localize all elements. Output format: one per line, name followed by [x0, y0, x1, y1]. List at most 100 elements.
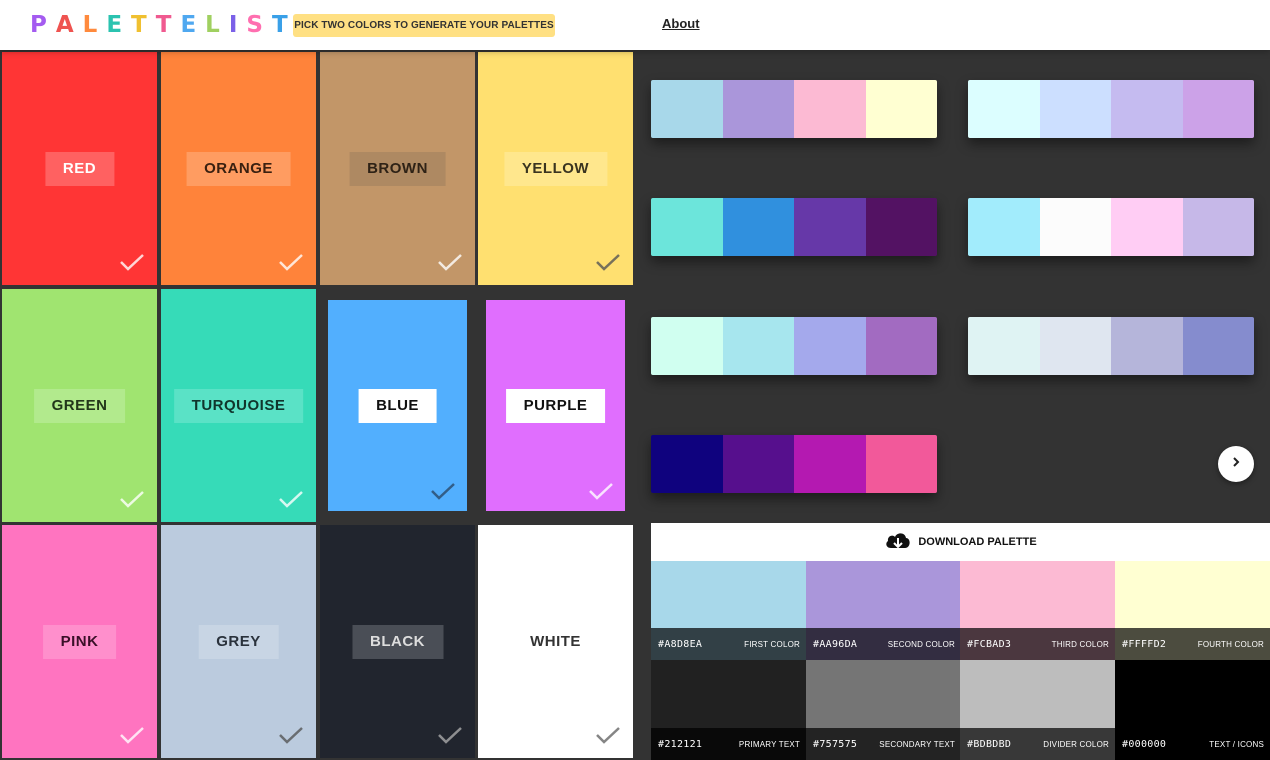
palette-swatch [865, 435, 937, 493]
cloud-download-icon [884, 530, 912, 555]
color-tile-label: TURQUOISE [173, 388, 304, 423]
palette-color-cell[interactable]: #FCBAD3 THIRD COLOR [960, 561, 1115, 660]
palettelist-logo[interactable]: PALETTELIST [30, 11, 297, 39]
palette-option[interactable] [651, 80, 937, 138]
download-palette-button[interactable]: DOWNLOAD PALETTE [651, 523, 1270, 561]
color-tile-green[interactable]: GREEN [2, 289, 157, 522]
palette-swatch [865, 198, 937, 256]
logo-letter: T [155, 12, 181, 38]
color-tile-label: PINK [42, 624, 117, 659]
palette-option[interactable] [651, 317, 937, 375]
next-page-button[interactable] [1218, 446, 1254, 482]
color-role-label: TEXT / ICONS [1209, 739, 1264, 749]
palette-option[interactable] [968, 80, 1254, 138]
palette-swatch [1039, 80, 1111, 138]
palette-swatch [794, 80, 866, 138]
palette-swatch-grid: #A8D8EA FIRST COLOR #AA96DA SECOND COLOR #FC… [651, 561, 1270, 760]
checkmark-icon [595, 253, 621, 271]
palette-option[interactable] [968, 198, 1254, 256]
color-tile-brown[interactable]: BROWN [320, 52, 475, 285]
color-tile-white[interactable]: WHITE [478, 525, 633, 758]
checkmark-icon [119, 253, 145, 271]
checkmark-icon [430, 482, 456, 500]
color-info-bar: #212121 PRIMARY TEXT [651, 728, 806, 760]
color-role-label: FOURTH COLOR [1197, 639, 1264, 649]
color-info-bar: #000000 TEXT / ICONS [1115, 728, 1270, 760]
palette-swatch [794, 435, 866, 493]
palette-swatch [794, 198, 866, 256]
color-tile-grey[interactable]: GREY [161, 525, 316, 758]
color-role-label: SECONDARY TEXT [879, 739, 955, 749]
color-tile-blue[interactable]: BLUE [328, 300, 467, 511]
palette-swatch [651, 435, 723, 493]
logo-letter: E [180, 12, 206, 38]
palette-swatch [651, 317, 723, 375]
palette-swatch [968, 317, 1040, 375]
checkmark-icon [278, 253, 304, 271]
color-tile-turquoise[interactable]: TURQUOISE [161, 289, 316, 522]
color-tile-label: BLACK [352, 624, 443, 659]
color-tile-label: ORANGE [186, 151, 291, 186]
palette-color-cell[interactable]: #FFFFD2 FOURTH COLOR [1115, 561, 1270, 660]
color-tile-purple[interactable]: PURPLE [486, 300, 625, 511]
hex-code[interactable]: #212121 [658, 739, 702, 750]
color-picker-grid: RED ORANGE BROWN YELLOW GREEN TURQUOISE BLUE PU… [0, 50, 635, 760]
hex-code[interactable]: #FFFFD2 [1122, 639, 1166, 650]
color-tile-label: BLUE [358, 388, 437, 423]
color-info-bar: #BDBDBD DIVIDER COLOR [960, 728, 1115, 760]
palette-swatch [968, 80, 1040, 138]
color-tile-label: WHITE [512, 624, 599, 659]
palette-option[interactable] [651, 435, 937, 493]
palette-swatch [1111, 317, 1183, 375]
checkmark-icon [437, 726, 463, 744]
hex-code[interactable]: #000000 [1122, 739, 1166, 750]
palette-swatch [722, 80, 794, 138]
logo-letter: S [246, 12, 272, 38]
palette-swatch [651, 80, 723, 138]
logo-letter: L [82, 12, 107, 38]
logo-letter: I [228, 12, 247, 38]
logo-letter: E [106, 12, 132, 38]
checkmark-icon [588, 482, 614, 500]
palette-color-cell[interactable]: #AA96DA SECOND COLOR [806, 561, 961, 660]
instruction-banner: PICK TWO COLORS TO GENERATE YOUR PALETTE… [293, 14, 555, 37]
palette-swatch [1182, 198, 1254, 256]
logo-letter: T [131, 12, 156, 38]
checkmark-icon [119, 490, 145, 508]
palette-swatch [1039, 317, 1111, 375]
color-info-bar: #FFFFD2 FOURTH COLOR [1115, 628, 1270, 660]
palette-swatch [722, 435, 794, 493]
hex-code[interactable]: #AA96DA [813, 639, 857, 650]
palette-color-cell[interactable]: #BDBDBD DIVIDER COLOR [960, 660, 1115, 760]
color-role-label: PRIMARY TEXT [738, 739, 800, 749]
palette-swatch [1039, 198, 1111, 256]
color-tile-label: YELLOW [503, 151, 608, 186]
palette-swatch [1111, 80, 1183, 138]
hex-code[interactable]: #BDBDBD [967, 739, 1011, 750]
color-tile-label: PURPLE [505, 388, 606, 423]
palette-color-cell[interactable]: #000000 TEXT / ICONS [1115, 660, 1270, 760]
logo-letter: A [55, 12, 83, 38]
palette-swatch [968, 198, 1040, 256]
palette-color-cell[interactable]: #757575 SECONDARY TEXT [806, 660, 961, 760]
palette-option[interactable] [968, 317, 1254, 375]
color-info-bar: #757575 SECONDARY TEXT [806, 728, 961, 760]
color-tile-pink[interactable]: PINK [2, 525, 157, 758]
palette-swatch [865, 317, 937, 375]
checkmark-icon [119, 726, 145, 744]
color-tile-red[interactable]: RED [2, 52, 157, 285]
color-tile-orange[interactable]: ORANGE [161, 52, 316, 285]
palette-color-cell[interactable]: #212121 PRIMARY TEXT [651, 660, 806, 760]
palette-option[interactable] [651, 198, 937, 256]
generated-palettes [635, 50, 1270, 520]
color-tile-label: GREEN [33, 388, 126, 423]
palette-swatch [722, 198, 794, 256]
palette-swatch [1182, 317, 1254, 375]
about-link[interactable]: About [662, 16, 700, 31]
color-tile-yellow[interactable]: YELLOW [478, 52, 633, 285]
hex-code[interactable]: #FCBAD3 [967, 639, 1011, 650]
hex-code[interactable]: #A8D8EA [658, 639, 702, 650]
hex-code[interactable]: #757575 [813, 739, 857, 750]
palette-color-cell[interactable]: #A8D8EA FIRST COLOR [651, 561, 806, 660]
color-tile-black[interactable]: BLACK [320, 525, 475, 758]
